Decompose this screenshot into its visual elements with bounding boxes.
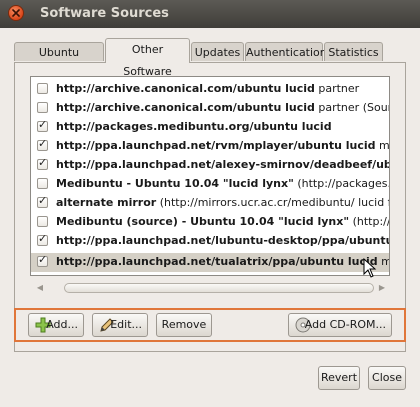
add-cdrom-button[interactable]: Add CD-ROM... — [288, 313, 392, 337]
horizontal-scrollbar[interactable]: ◀ ▶ — [30, 281, 390, 295]
window-title: Software Sources — [40, 6, 169, 21]
source-components: partner — [314, 82, 360, 95]
enable-checkbox[interactable]: ✓ — [37, 118, 48, 132]
tab-statistics[interactable]: Statistics — [324, 42, 383, 61]
remove-label: Remove — [161, 318, 207, 331]
sources-list: http://archive.canonical.com/ubuntu luci… — [30, 76, 390, 276]
source-row[interactable]: ✓ http://ppa.launchpad.net/rvm/mplayer/u… — [31, 137, 389, 156]
title-bar: Software Sources — [0, 0, 420, 28]
revert-label: Revert — [320, 371, 358, 384]
source-uri: http://ppa.launchpad.net/tualatrix/ppa/u… — [56, 255, 378, 268]
source-row[interactable]: Medibuntu - Ubuntu 10.04 "lucid lynx" (h… — [31, 175, 389, 194]
scroll-left-icon[interactable]: ◀ — [34, 281, 46, 295]
source-uri: http://ppa.launchpad.net/rvm/mplayer/ubu… — [56, 139, 376, 152]
add-label: Add... — [46, 318, 78, 331]
tab-authentication[interactable]: Authentication — [245, 42, 327, 61]
add-cdrom-label: Add CD-ROM... — [304, 318, 386, 331]
tab-other-software[interactable]: Other Software — [105, 38, 190, 78]
enable-checkbox[interactable]: ✓ — [37, 137, 48, 151]
source-uri: alternate mirror — [56, 196, 157, 209]
check-icon: ✓ — [38, 194, 48, 207]
source-uri: http://ppa.launchpad.net/lubuntu-desktop… — [56, 234, 389, 247]
scrollbar-thumb[interactable] — [64, 283, 374, 293]
window-close-button[interactable] — [8, 5, 24, 21]
source-components: (http://mirrors.ucr.ac.cr/medibuntu/ luc… — [159, 196, 389, 209]
edit-label: Edit... — [110, 318, 142, 331]
tab-updates[interactable]: Updates — [191, 42, 244, 61]
source-components: main — [379, 139, 389, 152]
source-row[interactable]: ✓ http://packages.medibuntu.org/ubuntu l… — [31, 118, 389, 137]
source-components: (http://packages.m — [352, 215, 389, 228]
remove-button[interactable]: Remove — [156, 313, 212, 337]
enable-checkbox[interactable]: ✓ — [37, 156, 48, 170]
scroll-right-icon[interactable]: ▶ — [376, 281, 388, 295]
add-button[interactable]: Add... — [28, 313, 84, 337]
source-uri: http://archive.canonical.com/ubuntu luci… — [56, 82, 315, 95]
enable-checkbox[interactable] — [37, 216, 48, 227]
mouse-cursor-icon — [363, 258, 377, 278]
source-components: (http://packages.medibuntu — [297, 177, 389, 190]
source-row[interactable]: http://archive.canonical.com/ubuntu luci… — [31, 80, 389, 99]
check-icon: ✓ — [38, 118, 48, 131]
edit-button[interactable]: Edit... — [92, 313, 148, 337]
enable-checkbox[interactable] — [37, 178, 48, 189]
close-icon — [12, 9, 20, 17]
source-row[interactable]: Medibuntu (source) - Ubuntu 10.04 "lucid… — [31, 213, 389, 232]
enable-checkbox[interactable]: ✓ — [37, 194, 48, 208]
source-row[interactable]: http://archive.canonical.com/ubuntu luci… — [31, 99, 389, 118]
source-components: main — [378, 255, 389, 268]
source-components: partner (Source Code) — [318, 101, 389, 114]
source-uri: Medibuntu (source) - Ubuntu 10.04 "lucid… — [56, 215, 350, 228]
source-uri: Medibuntu - Ubuntu 10.04 "lucid lynx" — [56, 177, 294, 190]
tab-ubuntu-software[interactable]: Ubuntu Software — [14, 42, 104, 78]
source-row[interactable]: ✓ alternate mirror (http://mirrors.ucr.a… — [31, 194, 389, 213]
source-uri: http://ppa.launchpad.net/alexey-smirnov/… — [56, 158, 389, 171]
source-uri: http://archive.canonical.com/ubuntu luci… — [56, 101, 315, 114]
enable-checkbox[interactable] — [37, 102, 48, 113]
check-icon: ✓ — [38, 156, 48, 169]
software-sources-window: Software Sources Ubuntu Software Other S… — [0, 0, 420, 407]
check-icon: ✓ — [38, 253, 48, 266]
check-icon: ✓ — [38, 137, 48, 150]
source-row-selected[interactable]: ✓ http://ppa.launchpad.net/tualatrix/ppa… — [31, 253, 389, 272]
enable-checkbox[interactable]: ✓ — [37, 253, 48, 267]
source-uri: http://packages.medibuntu.org/ubuntu luc… — [56, 120, 332, 133]
revert-button[interactable]: Revert — [318, 366, 360, 390]
source-row[interactable]: ✓ http://ppa.launchpad.net/alexey-smirno… — [31, 156, 389, 175]
check-icon: ✓ — [38, 232, 48, 245]
source-row[interactable]: ✓ http://ppa.launchpad.net/lubuntu-deskt… — [31, 232, 389, 251]
enable-checkbox[interactable]: ✓ — [37, 232, 48, 246]
enable-checkbox[interactable] — [37, 83, 48, 94]
close-label: Close — [372, 371, 402, 384]
close-button[interactable]: Close — [368, 366, 406, 390]
